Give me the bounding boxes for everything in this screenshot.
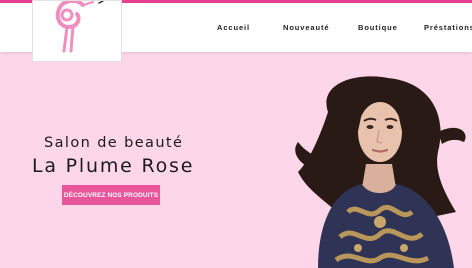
hero-title: La Plume Rose xyxy=(32,155,195,177)
flamingo-logo-icon xyxy=(55,1,104,53)
discover-products-button[interactable]: DÉCOUVREZ NOS PRODUITS xyxy=(62,185,160,205)
nav-item-prestations[interactable]: Préstations xyxy=(424,23,472,32)
hero-subtitle: Salon de beauté xyxy=(44,135,184,151)
site-logo[interactable] xyxy=(32,0,122,62)
nav-item-nouveaute[interactable]: Nouveauté xyxy=(283,23,329,32)
nav-item-boutique[interactable]: Boutique xyxy=(358,23,398,32)
nav-item-accueil[interactable]: Accueil xyxy=(217,23,250,32)
woman-portrait-photo xyxy=(295,76,466,268)
